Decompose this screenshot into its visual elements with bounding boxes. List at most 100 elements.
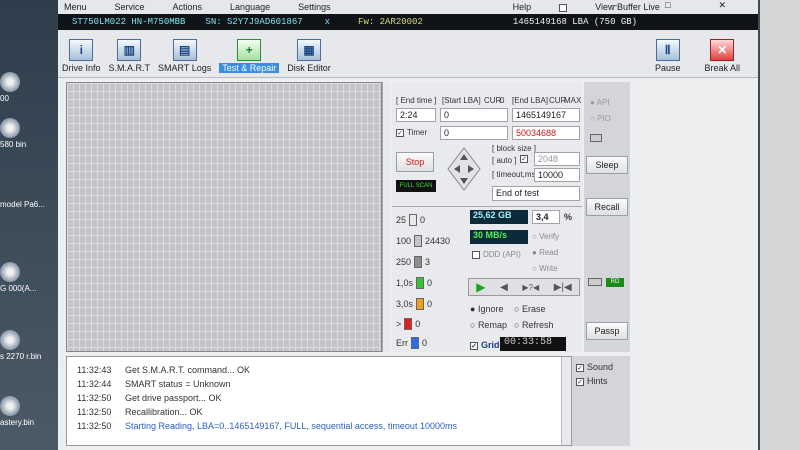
- info-icon: i: [69, 39, 94, 61]
- rd-indicator: RD: [606, 278, 624, 287]
- timeout-field[interactable]: 10000: [534, 168, 580, 182]
- elapsed-timer: 00:33:58: [500, 337, 566, 351]
- pause-button[interactable]: Ⅱ Pause: [655, 39, 680, 73]
- refresh-option[interactable]: ○ Refresh: [514, 320, 553, 330]
- playback-controls: ▶ ◀ ▶?◀ ▶|◀: [468, 278, 580, 296]
- disk-editor-button[interactable]: ▦ Disk Editor: [287, 39, 331, 73]
- disc-icon: [0, 396, 20, 416]
- api-option[interactable]: ● API: [590, 98, 610, 107]
- smart-logs-button[interactable]: ▤ SMART Logs: [158, 39, 211, 73]
- seek-icon[interactable]: ▶?◀: [522, 283, 539, 292]
- menu-item-actions[interactable]: Actions: [173, 2, 203, 12]
- rewind-icon[interactable]: ◀: [500, 282, 508, 293]
- ignore-option[interactable]: ● Ignore: [470, 304, 503, 314]
- smart-button[interactable]: ▥ S.M.A.R.T: [109, 39, 150, 73]
- menu-item-language[interactable]: Language: [230, 2, 270, 12]
- grid-toggle[interactable]: ✓ Grid: [470, 340, 500, 350]
- drive-model: ST750LM022 HN-M750MBB: [72, 17, 186, 27]
- surface-scan-grid: [66, 82, 382, 352]
- grid-scrollbar[interactable]: [382, 82, 390, 352]
- end-max-button[interactable]: MAX: [564, 96, 581, 105]
- progress-percent: 3,4: [532, 210, 560, 224]
- read-speed: 30 MB/s: [470, 230, 528, 244]
- desktop-area: 00 580 bin model Pa6... G 000(A... s 227…: [0, 0, 60, 450]
- log-row: 11:32:50 Recallibration... OK: [77, 407, 203, 417]
- minimize-button[interactable]: –: [612, 0, 617, 11]
- current-lba-field: 50034688: [512, 126, 580, 140]
- menu-item-menu[interactable]: Menu: [64, 2, 87, 12]
- break-all-button[interactable]: ✕ Break All: [704, 39, 740, 73]
- block-swatch: [409, 214, 418, 226]
- test-repair-button[interactable]: + Test & Repair: [219, 39, 280, 73]
- device-indicator: [590, 134, 602, 142]
- end-of-test-select[interactable]: End of test: [492, 186, 580, 201]
- start-lba-label: [Start LBA]: [442, 96, 481, 105]
- end-lba-label: [End LBA]: [512, 96, 549, 105]
- drive-info-button[interactable]: i Drive Info: [62, 39, 101, 73]
- menu-item-service[interactable]: Service: [115, 2, 145, 12]
- block-row-2: 250 3: [396, 256, 431, 268]
- read-option[interactable]: ● Read: [532, 248, 558, 257]
- ddd-api-option[interactable]: DDD (API): [472, 250, 521, 259]
- block-size-field[interactable]: 2048: [534, 152, 580, 166]
- menu-item-settings[interactable]: Settings: [298, 2, 331, 12]
- smart-chart-icon: ▥: [117, 39, 142, 61]
- auto-checkbox[interactable]: ✓: [520, 155, 528, 163]
- block-row-6: Err 0: [396, 337, 428, 349]
- disc-icon: [0, 118, 20, 138]
- erase-option[interactable]: ○ Erase: [514, 304, 545, 314]
- desktop-icon-2[interactable]: 580 bin: [0, 118, 46, 150]
- percent-unit: %: [564, 212, 573, 222]
- verify-option[interactable]: ○ Verify: [532, 232, 559, 241]
- menu-bar: Menu Service Actions Language Settings H…: [58, 0, 758, 14]
- drive-close[interactable]: x: [325, 17, 330, 27]
- pause-icon: Ⅱ: [655, 39, 680, 61]
- end-time-field[interactable]: 2:24: [396, 108, 436, 122]
- block-size-label: [ block size ]: [492, 144, 537, 153]
- timer-field[interactable]: 0: [440, 126, 508, 140]
- start-lba-field[interactable]: 0: [440, 108, 508, 122]
- block-swatch: [414, 235, 423, 247]
- test-controls-panel: [ End time ] [Start LBA] CUR 0 [End LBA]…: [392, 82, 582, 352]
- drive-lba: 1465149168 LBA (750 GB): [512, 17, 638, 27]
- sound-toggle[interactable]: ✓ Sound: [576, 362, 613, 372]
- start-cur-button[interactable]: CUR: [484, 96, 501, 105]
- disc-icon: [0, 72, 20, 92]
- block-swatch: [416, 298, 425, 310]
- rd-indicator-off: [588, 278, 602, 286]
- timer-checkbox[interactable]: ✓: [396, 128, 404, 137]
- end-lba-field[interactable]: 1465149167: [512, 108, 580, 122]
- direction-pad[interactable]: [444, 146, 484, 192]
- log-row: 11:32:44 SMART status = Unknown: [77, 379, 231, 389]
- desktop-icon-6[interactable]: astery.bin: [0, 396, 46, 428]
- log-scrollbar[interactable]: [561, 357, 571, 445]
- write-option[interactable]: ○ Write: [532, 264, 558, 273]
- passp-button[interactable]: Passp: [586, 322, 628, 340]
- log-options: ✓ Sound ✓ Hints: [572, 356, 630, 446]
- plus-icon: +: [237, 39, 262, 61]
- block-row-0: 25 0: [396, 214, 426, 226]
- recall-button[interactable]: Recall: [586, 198, 628, 216]
- drive-info-bar: ST750LM022 HN-M750MBB SN: S2Y7J9AD601867…: [58, 14, 758, 30]
- remap-option[interactable]: ○ Remap: [470, 320, 507, 330]
- skip-icon[interactable]: ▶|◀: [554, 282, 572, 293]
- block-row-1: 100 24430: [396, 235, 451, 247]
- start-zero-button[interactable]: 0: [500, 96, 504, 105]
- desktop-icon-4[interactable]: G 000(A...: [0, 262, 46, 294]
- play-icon[interactable]: ▶: [476, 280, 485, 294]
- victoria-window: Menu Service Actions Language Settings H…: [58, 0, 758, 450]
- hints-toggle[interactable]: ✓ Hints: [576, 376, 608, 386]
- desktop-icon-5[interactable]: s 2270 r.bin: [0, 330, 46, 362]
- menu-item-help[interactable]: Help: [513, 2, 532, 12]
- desktop-icon-3[interactable]: model Pa6...: [0, 200, 46, 210]
- block-row-5: >0: [396, 318, 421, 330]
- maximize-button[interactable]: □: [665, 0, 670, 11]
- desktop-icon-1[interactable]: 00: [0, 72, 46, 104]
- stop-button[interactable]: Stop: [396, 152, 434, 172]
- view-buffer-checkbox[interactable]: [559, 3, 568, 12]
- log-row: 11:32:50 Starting Reading, LBA=0..1465149…: [77, 421, 457, 431]
- close-button[interactable]: ✕: [718, 0, 726, 11]
- sleep-button[interactable]: Sleep: [586, 156, 628, 174]
- timer-label: Timer: [407, 128, 428, 137]
- pio-option[interactable]: ○ PIO: [590, 114, 611, 123]
